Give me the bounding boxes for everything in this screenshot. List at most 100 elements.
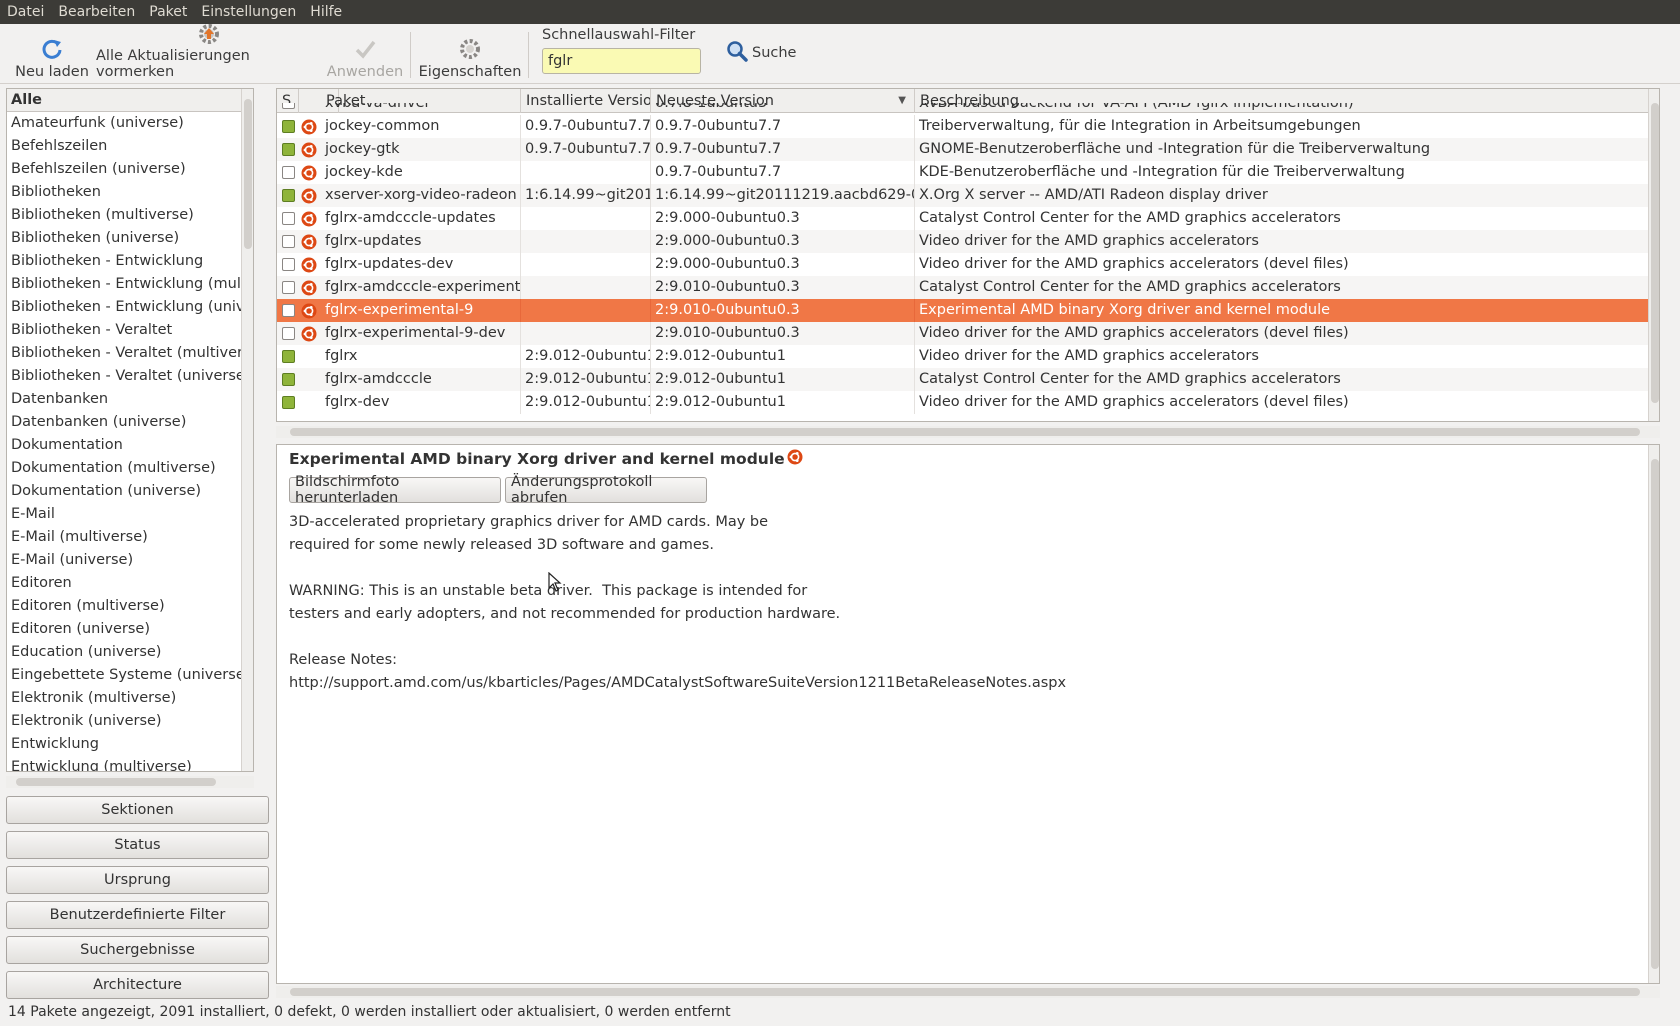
search-button[interactable]: Suche bbox=[726, 40, 796, 66]
section-item[interactable]: Bibliotheken - Entwicklung bbox=[7, 250, 253, 273]
section-item[interactable]: Entwicklung bbox=[7, 733, 253, 756]
section-item[interactable]: Bibliotheken - Veraltet (universe) bbox=[7, 365, 253, 388]
details-vscrollbar[interactable] bbox=[1648, 445, 1659, 983]
details-scroll-thumb[interactable] bbox=[1651, 459, 1659, 969]
row-package-name: jockey-common bbox=[321, 115, 521, 138]
section-item[interactable]: E-Mail (universe) bbox=[7, 549, 253, 572]
status-checkbox[interactable] bbox=[282, 120, 295, 133]
section-item[interactable]: Education (universe) bbox=[7, 641, 253, 664]
menu-bearbeiten[interactable]: Bearbeiten bbox=[51, 4, 142, 20]
menu-hilfe[interactable]: Hilfe bbox=[303, 4, 349, 20]
row-package-name: fglrx bbox=[321, 345, 521, 368]
status-checkbox[interactable] bbox=[282, 166, 295, 179]
package-table: S Paket Installierte Versio Neueste Vers… bbox=[276, 88, 1660, 422]
section-item[interactable]: Amateurfunk (universe) bbox=[7, 112, 253, 135]
table-row[interactable]: fglrx-amdcccle-updates 2:9.000-0ubuntu0.3… bbox=[277, 207, 1659, 230]
status-checkbox[interactable] bbox=[282, 281, 295, 294]
section-item[interactable]: Dokumentation (multiverse) bbox=[7, 457, 253, 480]
table-row[interactable]: jockey-kde 0.9.7-0ubuntu7.7 KDE-Benutzerob… bbox=[277, 161, 1659, 184]
section-item[interactable]: Eingebettete Systeme (universe) bbox=[7, 664, 253, 687]
section-item[interactable]: Editoren (universe) bbox=[7, 618, 253, 641]
status-checkbox[interactable] bbox=[282, 258, 295, 271]
status-checkbox[interactable] bbox=[282, 327, 295, 340]
apply-button[interactable]: Anwenden bbox=[326, 28, 404, 80]
table-row[interactable]: fglrx-experimental-9 2:9.010-0ubuntu0.3 Ex… bbox=[277, 299, 1659, 322]
origin-filter-button[interactable]: Ursprung bbox=[6, 866, 269, 894]
package-table-scroll-thumb[interactable] bbox=[1651, 103, 1659, 403]
status-checkbox[interactable] bbox=[282, 103, 295, 109]
status-checkbox[interactable] bbox=[282, 143, 295, 156]
row-description: Catalyst Control Center for the AMD grap… bbox=[919, 279, 1341, 295]
section-list-hscroll-thumb[interactable] bbox=[16, 778, 216, 786]
table-row-partial[interactable]: xvba-va-driver 0.7.8-1ubuntu3 XvBA-based… bbox=[277, 103, 1659, 115]
table-row[interactable]: fglrx-updates-dev 2:9.000-0ubuntu0.3 Video… bbox=[277, 253, 1659, 276]
row-latest-version: 2:9.000-0ubuntu0.3 bbox=[651, 230, 915, 253]
status-checkbox[interactable] bbox=[282, 235, 295, 248]
status-checkbox[interactable] bbox=[282, 189, 295, 202]
menu-datei[interactable]: Datei bbox=[0, 4, 51, 20]
status-checkbox[interactable] bbox=[282, 373, 295, 386]
get-changelog-button[interactable]: Änderungsprotokoll abrufen bbox=[505, 474, 707, 506]
menu-paket[interactable]: Paket bbox=[142, 4, 194, 20]
section-list-vscrollbar[interactable] bbox=[241, 89, 253, 771]
status-filter-button[interactable]: Status bbox=[6, 831, 269, 859]
section-item[interactable]: E-Mail bbox=[7, 503, 253, 526]
package-table-hscrollbar[interactable] bbox=[276, 426, 1660, 438]
details-hscroll-thumb[interactable] bbox=[290, 988, 1640, 996]
row-package-name: xserver-xorg-video-radeon bbox=[321, 184, 521, 207]
table-row[interactable]: fglrx-amdcccle 2:9.012-0ubuntu1 2:9.012-0u… bbox=[277, 368, 1659, 391]
details-hscrollbar[interactable] bbox=[276, 986, 1660, 998]
search-results-button[interactable]: Suchergebnisse bbox=[6, 936, 269, 964]
section-item[interactable]: Bibliotheken - Veraltet bbox=[7, 319, 253, 342]
menu-einstellungen[interactable]: Einstellungen bbox=[194, 4, 303, 20]
ubuntu-support-icon bbox=[301, 142, 317, 158]
package-table-hscroll-thumb[interactable] bbox=[290, 428, 1640, 436]
section-item[interactable]: Editoren bbox=[7, 572, 253, 595]
table-row[interactable]: fglrx-dev 2:9.012-0ubuntu1 2:9.012-0ubuntu… bbox=[277, 391, 1659, 414]
table-row[interactable]: fglrx-updates 2:9.000-0ubuntu0.3 Video dri… bbox=[277, 230, 1659, 253]
status-checkbox[interactable] bbox=[282, 304, 295, 317]
section-list-hscrollbar[interactable] bbox=[6, 776, 254, 788]
row-package-name: fglrx-experimental-9-dev bbox=[321, 322, 521, 345]
quick-filter-input[interactable] bbox=[542, 48, 701, 74]
status-checkbox[interactable] bbox=[282, 396, 295, 409]
section-item[interactable]: Bibliotheken bbox=[7, 181, 253, 204]
section-item[interactable]: E-Mail (multiverse) bbox=[7, 526, 253, 549]
status-checkbox[interactable] bbox=[282, 212, 295, 225]
section-item[interactable]: Bibliotheken - Entwicklung (universe) bbox=[7, 296, 253, 319]
table-row[interactable]: jockey-common 0.9.7-0ubuntu7.7 0.9.7-0ubun… bbox=[277, 115, 1659, 138]
section-item[interactable]: Befehlszeilen bbox=[7, 135, 253, 158]
status-checkbox[interactable] bbox=[282, 350, 295, 363]
row-latest-version: 0.7.8-1ubuntu3 bbox=[655, 103, 768, 111]
section-item[interactable]: Bibliotheken (universe) bbox=[7, 227, 253, 250]
details-title-text: Experimental AMD binary Xorg driver and … bbox=[289, 450, 785, 468]
section-item[interactable]: Elektronik (multiverse) bbox=[7, 687, 253, 710]
table-row[interactable]: fglrx 2:9.012-0ubuntu1 2:9.012-0ubuntu1 Vid… bbox=[277, 345, 1659, 368]
section-item[interactable]: Datenbanken bbox=[7, 388, 253, 411]
section-item[interactable]: Dokumentation bbox=[7, 434, 253, 457]
table-row[interactable]: jockey-gtk 0.9.7-0ubuntu7.7 0.9.7-0ubuntu7… bbox=[277, 138, 1659, 161]
section-all-header[interactable]: Alle bbox=[7, 89, 253, 112]
architecture-filter-button[interactable]: Architecture bbox=[6, 971, 269, 999]
section-list-scroll-thumb[interactable] bbox=[244, 99, 252, 249]
section-item[interactable]: Befehlszeilen (universe) bbox=[7, 158, 253, 181]
package-table-vscrollbar[interactable] bbox=[1648, 89, 1659, 421]
section-item[interactable]: Datenbanken (universe) bbox=[7, 411, 253, 434]
mark-all-upgrades-button[interactable]: Alle Aktualisierungen vormerken bbox=[96, 24, 322, 80]
section-item[interactable]: Bibliotheken - Entwicklung (multiverse) bbox=[7, 273, 253, 296]
sections-filter-button[interactable]: Sektionen bbox=[6, 796, 269, 824]
properties-button[interactable]: Eigenschaften bbox=[419, 28, 521, 80]
download-screenshot-button[interactable]: Bildschirmfoto herunterladen bbox=[289, 474, 501, 506]
section-item[interactable]: Bibliotheken - Veraltet (multiverse) bbox=[7, 342, 253, 365]
section-item[interactable]: Entwicklung (multiverse) bbox=[7, 756, 253, 771]
custom-filters-button[interactable]: Benutzerdefinierte Filter bbox=[6, 901, 269, 929]
ubuntu-support-icon bbox=[301, 234, 317, 250]
section-item[interactable]: Elektronik (universe) bbox=[7, 710, 253, 733]
table-row[interactable]: fglrx-experimental-9-dev 2:9.010-0ubuntu0… bbox=[277, 322, 1659, 345]
section-item[interactable]: Bibliotheken (multiverse) bbox=[7, 204, 253, 227]
table-row[interactable]: fglrx-amdcccle-experimental-9 2:9.010-0ub… bbox=[277, 276, 1659, 299]
reload-button[interactable]: Neu laden bbox=[14, 28, 90, 80]
section-item[interactable]: Dokumentation (universe) bbox=[7, 480, 253, 503]
table-row[interactable]: xserver-xorg-video-radeon 1:6.14.99~git20… bbox=[277, 184, 1659, 207]
section-item[interactable]: Editoren (multiverse) bbox=[7, 595, 253, 618]
